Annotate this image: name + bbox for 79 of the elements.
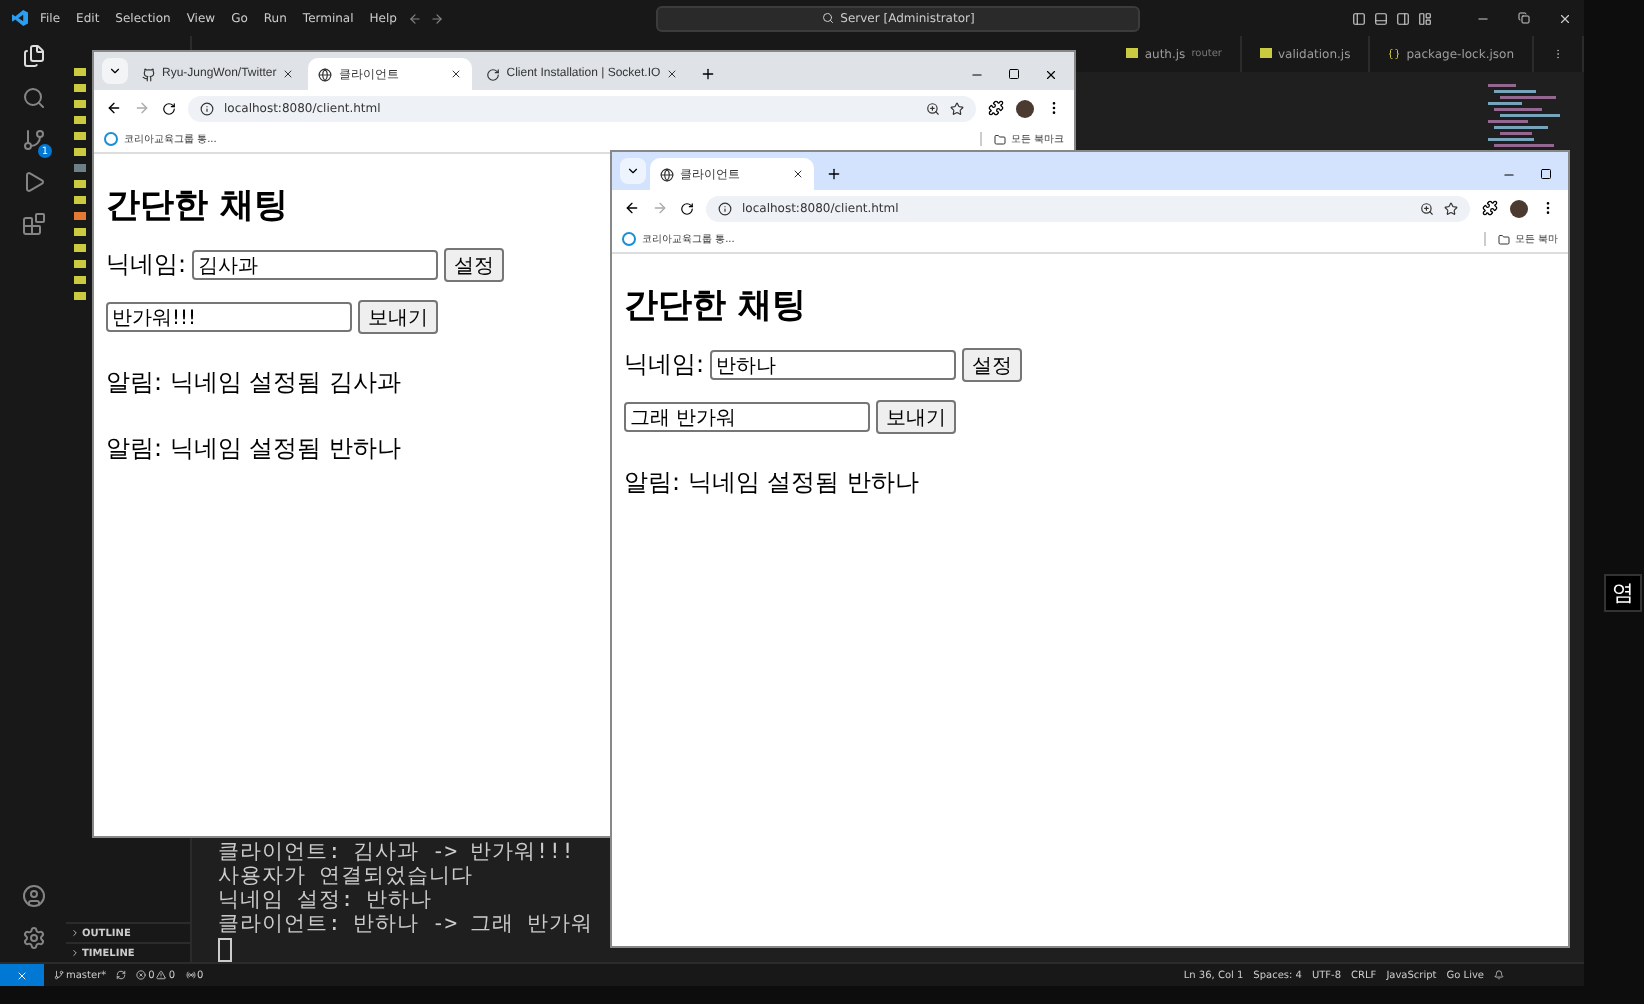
nickname-field[interactable]: 반하나 <box>710 350 957 380</box>
bell-icon[interactable] <box>1494 970 1504 980</box>
maximize-icon[interactable] <box>1540 168 1552 180</box>
side-label: 염 <box>1604 574 1642 612</box>
nickname-field[interactable]: 김사과 <box>192 250 439 280</box>
extensions-icon[interactable] <box>1482 200 1498 216</box>
close-icon[interactable] <box>282 68 295 80</box>
warning-icon <box>156 970 167 980</box>
set-button[interactable]: 설정 <box>962 348 1023 382</box>
page-title: 간단한 채팅 <box>106 184 288 228</box>
site-icon <box>486 67 501 81</box>
notice-text: 알림: 닉네임 설정됨 반하나 <box>106 432 401 466</box>
app-logo <box>12 10 28 26</box>
terminal-line: 클라이언트: 김사과 -> 반가워!!! <box>218 840 576 864</box>
forward-icon[interactable] <box>430 11 445 25</box>
star-icon[interactable] <box>1444 201 1458 215</box>
notice-text: 알림: 닉네임 설정됨 반하나 <box>624 466 919 500</box>
send-button[interactable]: 보내기 <box>876 400 956 434</box>
minimap-drawing <box>1488 84 1560 152</box>
restore-icon[interactable] <box>1518 12 1530 24</box>
js-file-icon <box>1126 47 1139 61</box>
bookmark-icon <box>622 232 636 246</box>
back-icon[interactable] <box>106 100 122 116</box>
js-file-icon <box>1259 47 1272 61</box>
github-icon <box>142 67 156 81</box>
globe-icon <box>318 67 333 81</box>
sync-icon[interactable] <box>116 970 127 980</box>
run-icon[interactable] <box>21 170 45 194</box>
close-icon[interactable] <box>450 68 463 80</box>
close-icon[interactable] <box>666 68 679 80</box>
error-icon <box>136 970 147 980</box>
json-file-icon <box>1388 48 1401 60</box>
globe-icon <box>660 167 674 181</box>
nickname-label: 닉네임: <box>106 248 187 282</box>
folder-icon <box>1498 233 1511 245</box>
page-title: 간단한 채팅 <box>624 284 806 328</box>
message-field[interactable]: 반가워!!! <box>106 302 352 332</box>
new-tab-icon[interactable] <box>700 66 717 82</box>
search-icon <box>822 12 835 24</box>
notice-text: 알림: 닉네임 설정됨 김사과 <box>106 366 401 400</box>
secondary-sidebar-icon[interactable] <box>1396 11 1410 25</box>
maximize-icon[interactable] <box>1008 68 1020 80</box>
site-info-icon[interactable] <box>718 201 732 215</box>
set-button[interactable]: 설정 <box>444 248 505 282</box>
terminal-line: 닉네임 설정: 반하나 <box>218 888 434 912</box>
bookmark-icon <box>104 132 118 146</box>
source-control-icon[interactable] <box>21 128 45 152</box>
reload-icon[interactable] <box>680 201 694 215</box>
sidebar-toggle-icon[interactable] <box>1352 11 1366 25</box>
explorer-icon[interactable] <box>21 44 45 68</box>
avatar[interactable] <box>1510 199 1528 217</box>
close-icon[interactable] <box>1044 67 1058 81</box>
avatar[interactable] <box>1016 99 1034 117</box>
star-icon[interactable] <box>950 101 964 115</box>
reload-icon[interactable] <box>162 101 176 115</box>
panel-toggle-icon[interactable] <box>1374 11 1388 25</box>
search-icon[interactable] <box>21 86 45 110</box>
send-button[interactable]: 보내기 <box>358 300 438 334</box>
branch-icon <box>54 970 64 980</box>
terminal-line: 사용자가 연결되었습니다 <box>218 864 475 888</box>
ports-icon <box>185 970 196 980</box>
close-icon[interactable] <box>792 168 804 180</box>
tab-search-button[interactable] <box>102 58 128 84</box>
nickname-label: 닉네임: <box>624 348 705 382</box>
message-field[interactable]: 그래 반가워 <box>624 402 870 432</box>
extensions-icon[interactable] <box>988 100 1004 116</box>
terminal-line: 클라이언트: 반하나 -> 그래 반가워 <box>218 912 595 936</box>
folder-icon <box>994 133 1007 145</box>
chevron-down-icon <box>626 164 640 178</box>
tab-search-button[interactable] <box>620 158 646 184</box>
zoom-icon[interactable] <box>1420 201 1434 215</box>
new-tab-icon[interactable] <box>826 166 842 182</box>
site-info-icon[interactable] <box>200 101 214 115</box>
layout-icon[interactable] <box>1418 11 1432 25</box>
back-icon[interactable] <box>624 200 640 216</box>
accounts-icon[interactable] <box>21 884 45 908</box>
zoom-icon[interactable] <box>926 101 940 115</box>
chevron-down-icon <box>108 64 122 78</box>
settings-icon[interactable] <box>21 926 45 950</box>
